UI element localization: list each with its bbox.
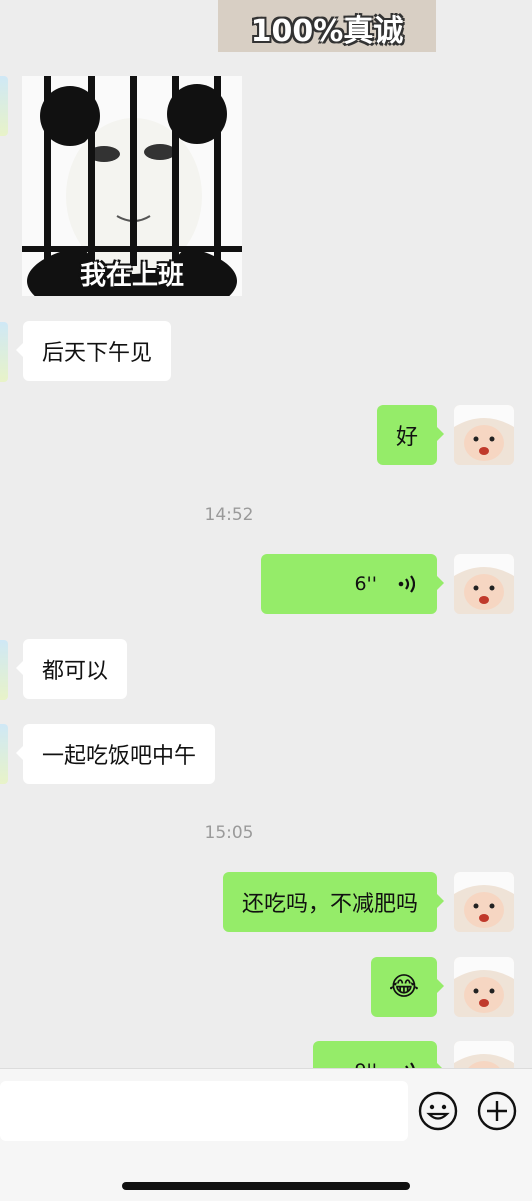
emoji-message-bubble[interactable]: 😂	[371, 957, 444, 1017]
my-avatar[interactable]	[454, 872, 514, 932]
panda-sticker-image[interactable]: 我在上班	[22, 76, 242, 296]
baby-avatar-image	[454, 872, 514, 932]
baby-avatar-image	[454, 405, 514, 465]
received-message-bubble[interactable]: 后天下午见	[15, 321, 172, 381]
message-input[interactable]	[0, 1081, 408, 1141]
input-bar	[0, 1068, 532, 1201]
plus-circle-icon[interactable]	[477, 1091, 517, 1131]
smile-icon[interactable]	[418, 1091, 458, 1131]
received-message-bubble[interactable]: 都可以	[15, 639, 128, 699]
sent-message-bubble[interactable]: 还吃吗，不减肥吗	[222, 872, 445, 932]
top-sticker-image[interactable]: 100%真诚	[218, 0, 436, 52]
baby-avatar-image	[454, 554, 514, 614]
message-text: 后天下午见	[42, 341, 153, 366]
my-avatar[interactable]	[454, 405, 514, 465]
my-avatar[interactable]	[454, 957, 514, 1017]
home-indicator	[122, 1182, 410, 1190]
sent-message-bubble[interactable]: 好	[376, 405, 445, 465]
timestamp: 15:05	[204, 823, 254, 843]
top-sticker-text: 100%真诚	[250, 14, 404, 49]
voice-message-bubble[interactable]: 6''	[261, 554, 444, 614]
message-text: 好	[395, 425, 418, 450]
voice-wave-icon	[398, 575, 415, 593]
my-avatar[interactable]	[454, 554, 514, 614]
contact-avatar[interactable]	[0, 322, 8, 382]
received-message-bubble[interactable]: 一起吃饭吧中午	[15, 724, 216, 784]
message-text: 一起吃饭吧中午	[42, 744, 197, 769]
contact-avatar[interactable]	[0, 76, 8, 136]
baby-avatar-image	[454, 957, 514, 1017]
message-text: 都可以	[42, 659, 109, 684]
laughing-crying-emoji-icon: 😂	[388, 972, 420, 1002]
timestamp: 14:52	[204, 505, 254, 525]
contact-avatar[interactable]	[0, 640, 8, 700]
panda-caption: 我在上班	[79, 261, 184, 291]
contact-avatar[interactable]	[0, 724, 8, 784]
message-text: 还吃吗，不减肥吗	[241, 892, 418, 917]
voice-duration: 6''	[354, 573, 377, 595]
